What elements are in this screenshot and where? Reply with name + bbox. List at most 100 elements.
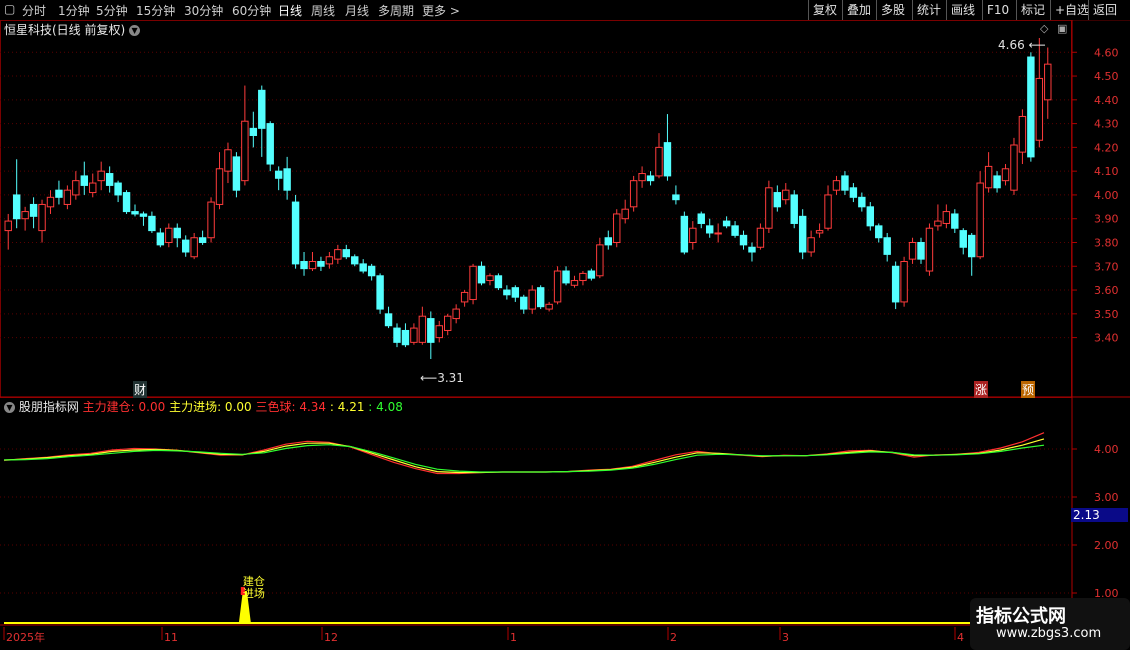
candle (765, 180, 773, 233)
toolbar-button-3[interactable]: 统计 (912, 0, 945, 20)
candle (773, 185, 782, 212)
candle (215, 152, 224, 210)
candle (342, 244, 351, 260)
period-tab-4[interactable]: 30分钟 (184, 2, 223, 19)
candle (629, 175, 638, 212)
toolbar-button-8[interactable]: 返回 (1088, 0, 1121, 20)
period-tab-6[interactable]: 日线 (278, 2, 302, 19)
indicator-line-1 (3, 438, 1045, 474)
price-tick-label: 3.90 (1094, 213, 1119, 226)
candle (477, 261, 486, 286)
candle (520, 294, 528, 314)
chart-title: 恒星科技(日线 前复权) ▼ (4, 21, 141, 38)
window-icon[interactable]: ▢ (4, 2, 15, 16)
price-tick-label: 3.80 (1094, 236, 1119, 249)
candle (89, 173, 97, 198)
period-tab-3[interactable]: 15分钟 (136, 2, 175, 19)
candle (967, 232, 976, 276)
period-tab-9[interactable]: 多周期 (378, 2, 414, 19)
candle (655, 133, 663, 179)
gear-icon[interactable]: ▼ (4, 402, 15, 413)
candle (959, 228, 967, 255)
signal-marker: 建仓进场 (238, 574, 265, 623)
price-tick-label: 4.10 (1094, 165, 1119, 178)
candle (300, 252, 308, 276)
candle (63, 185, 72, 210)
chevron-down-icon[interactable]: ▼ (129, 25, 141, 36)
candle (1010, 137, 1018, 195)
watermark-title: 指标公式网 (976, 606, 1066, 627)
candle (384, 306, 393, 329)
event-marker-limit-up[interactable]: 涨 (974, 381, 989, 398)
candle (258, 85, 266, 157)
candle (841, 171, 849, 195)
date-tick-label: 12 (324, 631, 338, 644)
indicator-tick-label: 3.00 (1094, 491, 1119, 504)
period-tab-8[interactable]: 月线 (345, 2, 369, 19)
event-marker-forecast[interactable]: 预 (1021, 381, 1036, 398)
candle (181, 235, 190, 257)
candle (883, 232, 891, 262)
indicator-value-3: 三色球: 4.34 (255, 400, 327, 414)
date-tick-label: 4 (957, 631, 964, 644)
candlestick-series (4, 38, 1052, 359)
candle (875, 223, 883, 243)
candle (283, 156, 291, 200)
price-tick-label: 4.50 (1094, 70, 1119, 83)
toolbar-button-6[interactable]: 标记 (1016, 0, 1049, 20)
candle (951, 209, 959, 233)
candle (460, 290, 469, 307)
toolbar-button-4[interactable]: 画线 (946, 0, 979, 20)
period-tab-0[interactable]: 分时 (22, 2, 46, 19)
signal-label-bottom: 进场 (243, 586, 265, 600)
candle (832, 175, 841, 195)
chart-area[interactable]: 4.60 4.50 4.40 4.30 4.20 4.10 4.00 3.90 3.80 3.70… (0, 20, 1130, 650)
indicator-value-2: 主力进场: 0.00 (169, 400, 252, 414)
panel-toggle-icon[interactable]: ▣ (1057, 22, 1067, 35)
candle (722, 216, 731, 229)
candle (21, 206, 29, 231)
candle (790, 190, 798, 229)
date-tick-label: 11 (164, 631, 178, 644)
event-marker-financial[interactable]: 财 (133, 381, 148, 398)
diamond-icon[interactable]: ◇ (1040, 22, 1048, 35)
candle (452, 304, 460, 324)
period-tab-2[interactable]: 5分钟 (96, 2, 128, 19)
indicator-lines (3, 432, 1045, 475)
toolbar-button-0[interactable]: 复权 (808, 0, 841, 20)
candle (291, 194, 300, 269)
date-tick-label: 2025年 (6, 630, 45, 644)
candle (1044, 47, 1052, 119)
candle (80, 161, 89, 195)
candle (317, 256, 325, 272)
period-tab-5[interactable]: 60分钟 (232, 2, 271, 19)
candle (1018, 109, 1027, 165)
candle (976, 171, 984, 260)
candle (435, 320, 443, 343)
toolbar-button-2[interactable]: 多股 (876, 0, 909, 20)
candle (672, 185, 680, 205)
period-tab-7[interactable]: 周线 (311, 2, 335, 19)
toolbar-button-1[interactable]: 叠加 (842, 0, 875, 20)
toolbar-button-5[interactable]: F10 (982, 0, 1013, 20)
candle (908, 237, 917, 264)
date-tick-label: 1 (510, 631, 517, 644)
toolbar-button-7[interactable]: +自选 (1050, 0, 1093, 20)
indicator-value-1: 主力建仓: 0.00 (82, 400, 166, 414)
candle (934, 204, 942, 231)
candle (579, 271, 587, 286)
candle (1027, 52, 1035, 162)
price-tick-label: 3.50 (1094, 308, 1119, 321)
signal-label-top: 建仓 (243, 574, 265, 588)
candle (55, 180, 63, 205)
period-tab-1[interactable]: 1分钟 (58, 2, 90, 19)
indicator-tick-label: 2.00 (1094, 539, 1119, 552)
price-tick-label: 3.40 (1094, 332, 1119, 345)
candle (29, 197, 38, 229)
indicator-value-4: : 4.21 (329, 400, 365, 414)
candle (266, 121, 274, 172)
candle (122, 190, 131, 214)
period-tab-10[interactable]: 更多 > (422, 2, 460, 19)
candle (613, 209, 621, 248)
candle (984, 152, 993, 193)
